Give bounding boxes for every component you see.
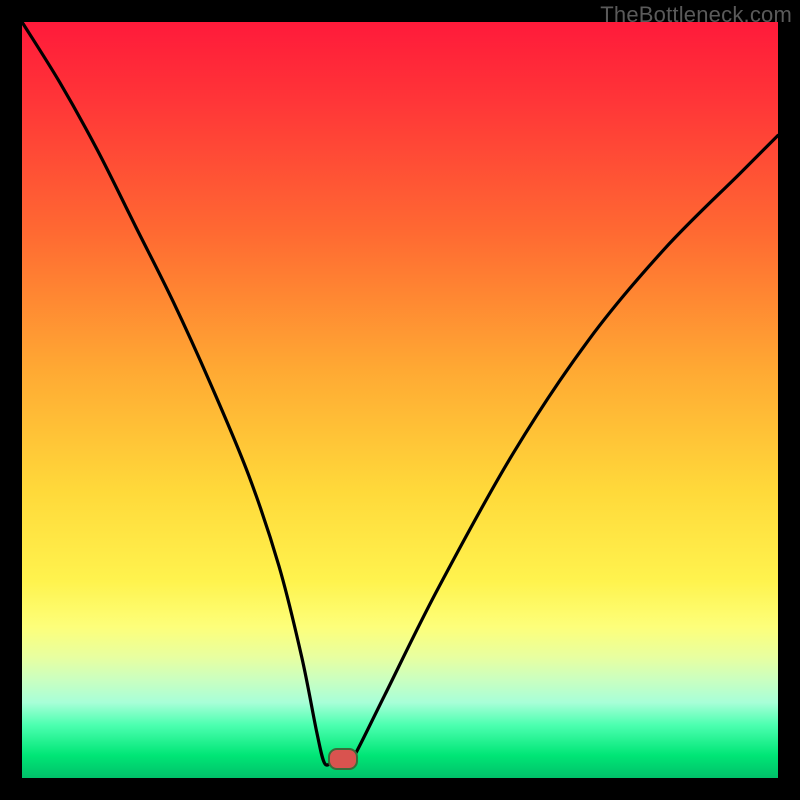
plot-area (22, 22, 778, 778)
chart-stage: TheBottleneck.com (0, 0, 800, 800)
bottleneck-marker (328, 748, 358, 770)
curve-path (22, 22, 778, 765)
watermark-text: TheBottleneck.com (600, 2, 792, 28)
bottleneck-curve (22, 22, 778, 778)
